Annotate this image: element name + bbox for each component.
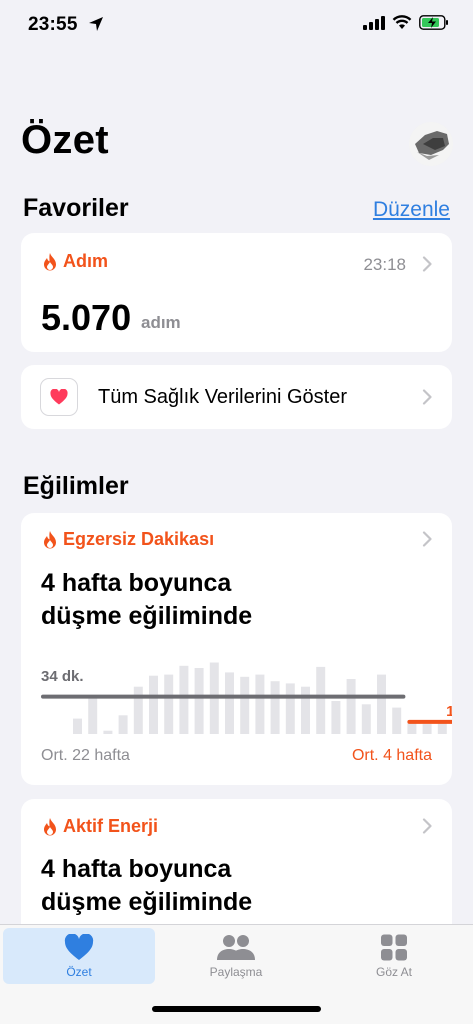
- chart-bar: [422, 724, 432, 734]
- tab-browse[interactable]: Göz At: [318, 928, 470, 984]
- energy-category-label: Aktif Enerji: [63, 816, 159, 836]
- avatar[interactable]: [409, 122, 453, 166]
- chart-bar: [331, 701, 341, 734]
- steps-time: 23:18: [363, 255, 406, 274]
- flame-icon: [44, 817, 56, 835]
- tab-sharing-label: Paylaşma: [209, 965, 263, 979]
- chart-bar: [194, 668, 204, 734]
- health-app-icon: [40, 378, 78, 416]
- steps-unit: adım: [141, 313, 181, 332]
- average-short-label: 11: [446, 703, 452, 720]
- chart-bar: [270, 681, 280, 734]
- chart-bar: [240, 676, 250, 734]
- tab-summary-label: Özet: [66, 965, 92, 979]
- chart-bar: [255, 674, 265, 734]
- show-all-health-data-row[interactable]: Tüm Sağlık Verilerini Göster: [21, 365, 452, 429]
- chart-bar: [149, 675, 158, 734]
- steps-category: Adım: [43, 251, 108, 272]
- chart-bar: [73, 718, 82, 734]
- chart-bar: [392, 707, 402, 734]
- exercise-trend-card[interactable]: Egzersiz Dakikası 4 hafta boyunca düşme …: [21, 513, 452, 785]
- home-indicator: [152, 1006, 321, 1012]
- wifi-icon: [392, 15, 412, 29]
- signal-icon: [363, 15, 385, 30]
- average-long-caption: Ort. 22 hafta: [41, 747, 130, 764]
- chart-bar: [88, 696, 98, 734]
- chart-bar: [361, 704, 371, 734]
- exercise-trend-chart: 34 dk. 11: [41, 662, 452, 734]
- energy-category: Aktif Enerji: [43, 816, 158, 837]
- status-bar: 23:55: [0, 0, 473, 52]
- status-indicators: [363, 15, 449, 30]
- chart-bar: [164, 674, 174, 734]
- profile-photo: [409, 122, 453, 166]
- heart-icon: [50, 389, 68, 405]
- average-short-caption: Ort. 4 hafta: [351, 747, 432, 764]
- chart-bar: [225, 672, 234, 734]
- chart-bar: [133, 686, 143, 734]
- steps-value: 5.070: [41, 297, 132, 338]
- energy-trend-line2: düşme eğiliminde: [41, 888, 253, 916]
- heart-icon: [64, 934, 94, 960]
- battery-charging-icon: [419, 15, 448, 30]
- chart-bar: [316, 666, 326, 734]
- average-long-label: 34 dk.: [41, 668, 84, 685]
- chart-bar: [179, 665, 189, 734]
- tab-sharing[interactable]: Paylaşma: [160, 928, 312, 984]
- steps-card[interactable]: Adım 23:18 5.070 adım: [21, 233, 452, 352]
- tab-browse-label: Göz At: [375, 965, 413, 979]
- show-all-health-data-label: Tüm Sağlık Verilerini Göster: [98, 386, 347, 408]
- tab-summary[interactable]: Özet: [3, 928, 155, 984]
- edit-favorites-link[interactable]: Düzenle: [373, 198, 450, 222]
- favorites-section-title: Favoriler: [23, 194, 129, 222]
- chart-bar: [377, 674, 386, 734]
- trends-section-title: Eğilimler: [23, 472, 129, 500]
- chart-bar: [285, 683, 295, 734]
- people-icon: [217, 935, 255, 960]
- flame-icon: [44, 252, 56, 270]
- location-arrow-icon: [89, 17, 103, 31]
- energy-trend-line1: 4 hafta boyunca: [41, 855, 232, 883]
- chart-bar: [301, 686, 310, 734]
- grid-icon: [381, 934, 407, 961]
- chevron-right-icon: [422, 256, 432, 272]
- chart-bar: [118, 715, 128, 734]
- page-title: Özet: [21, 118, 109, 162]
- chart-bar: [346, 679, 356, 734]
- chevron-right-icon: [422, 818, 432, 834]
- chart-bar: [103, 730, 113, 734]
- chevron-right-icon: [422, 389, 432, 405]
- steps-category-label: Adım: [63, 251, 108, 271]
- status-time: 23:55: [28, 14, 78, 35]
